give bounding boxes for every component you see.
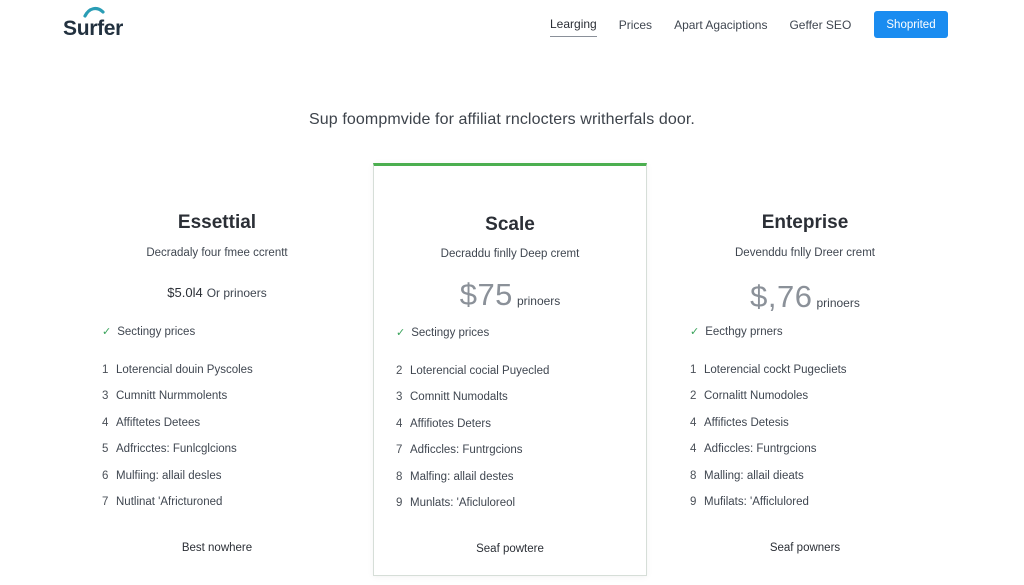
plan-description: Decraddu finlly Deep cremt (440, 248, 580, 260)
logo[interactable]: Surfer (63, 6, 143, 40)
checkmark-icon: ✓ (690, 326, 700, 338)
logo-text: Surfer (63, 17, 124, 40)
feature-list: 1 Loterencial cockt Pugecliets 2 Cornalitt… (690, 364, 847, 522)
checkmark-icon: ✓ (396, 327, 406, 339)
check-feature: ✓ Sectingy prices (102, 325, 196, 339)
feature-text: Mufilats: 'Afficlulored (704, 495, 809, 508)
feature-item: 3 Cumnitt Nurmmolents (102, 390, 253, 416)
price-unit: Or prinoers (206, 286, 267, 300)
feature-text: Loterencial douin Pyscoles (116, 364, 253, 376)
feature-number: 7 (102, 495, 109, 508)
main-nav: Learging Prices Apart Agaciptions Geffer… (550, 17, 873, 37)
feature-number: 6 (102, 469, 109, 482)
feature-item: 2 Loterencial cocial Puyecled (396, 365, 549, 391)
checkmark-icon: ✓ (102, 326, 112, 338)
check-feature: ✓ Eecthgy prners (690, 325, 783, 339)
feature-number: 4 (396, 417, 403, 430)
plan-price: $,76 (750, 279, 813, 314)
feature-number: 3 (396, 391, 403, 404)
feature-text: Loterencial cocial Puyecled (410, 365, 550, 377)
price-unit: prinoers (816, 296, 860, 310)
feature-item: 4 Adficcles: Funtrgcions (690, 443, 847, 469)
feature-number: 9 (690, 495, 697, 508)
feature-text: Munlats: 'Aficluloreol (410, 496, 516, 509)
nav-item-prices[interactable]: Prices (619, 18, 652, 37)
feature-number: 8 (396, 470, 403, 483)
feature-item: 1 Loterencial douin Pyscoles (102, 364, 253, 390)
feature-item: 2 Cornalitt Numodoles (690, 390, 847, 416)
feature-text: Nutlinat 'Africturoned (116, 495, 223, 508)
feature-text: Loterencial cockt Pugecliets (704, 364, 847, 376)
feature-number: 4 (102, 416, 109, 429)
feature-list: 2 Loterencial cocial Puyecled 3 Comnitt Nu… (396, 365, 549, 523)
pricing-card-essential: Essettial Decradaly four fmee ccrentt $5… (80, 168, 354, 576)
price-unit: prinoers (516, 294, 561, 308)
feature-text: Adfricctes: Funlcglcions (116, 443, 237, 456)
top-header: Surfer Learging Prices Apart Agaciptions… (0, 0, 1024, 52)
check-feature-label: Sectingy prices (411, 326, 490, 339)
plan-name: Essettial (177, 212, 257, 233)
feature-item: 9 Mufilats: 'Afficlulored (690, 496, 847, 522)
nav-item-applications[interactable]: Apart Agaciptions (674, 18, 767, 37)
check-feature-label: Sectingy prices (117, 325, 196, 338)
price-row: $5.0l4 Or prinoers (80, 285, 354, 300)
check-feature: ✓ Sectingy prices (396, 326, 490, 340)
plan-footer-link[interactable]: Seaf powtere (374, 543, 646, 555)
feature-item: 3 Comnitt Numodalts (396, 391, 549, 417)
feature-text: Adficcles: Funtrgcions (704, 443, 817, 456)
feature-number: 5 (102, 443, 109, 456)
feature-number: 1 (690, 364, 697, 376)
feature-item: 1 Loterencial cockt Pugecliets (690, 364, 847, 390)
feature-item: 7 Adficcles: Funtrgcions (396, 444, 549, 470)
feature-text: Malfing: allail destes (410, 470, 514, 483)
feature-item: 7 Nutlinat 'Africturoned (102, 496, 253, 522)
feature-item: 4 Affiftetes Detees (102, 417, 253, 443)
nav-item-learning[interactable]: Learging (550, 17, 597, 37)
feature-number: 2 (396, 365, 403, 377)
nav-item-seo[interactable]: Geffer SEO (789, 18, 851, 37)
feature-item: 8 Malling: allail dieats (690, 470, 847, 496)
pricing-card-enterprise: Enteprise Devenddu fnlly Dreer cremt $,7… (668, 168, 942, 576)
feature-number: 8 (690, 469, 697, 482)
plan-description: Decradaly four fmee ccrentt (146, 247, 288, 259)
feature-item: 9 Munlats: 'Aficluloreol (396, 497, 549, 523)
feature-text: Mulfiing: allail desles (116, 469, 222, 482)
feature-text: Affifictes Detesis (704, 416, 789, 429)
plan-footer-link[interactable]: Best nowhere (80, 542, 354, 554)
plan-price: $75 (459, 277, 513, 312)
feature-number: 9 (396, 496, 403, 509)
feature-text: Malling: allail dieats (704, 469, 804, 482)
feature-item: 4 Affifiotes Deters (396, 418, 549, 444)
feature-number: 4 (690, 443, 697, 456)
feature-number: 7 (396, 444, 403, 457)
feature-text: Cornalitt Numodoles (704, 390, 809, 403)
plan-name: Scale (485, 214, 535, 235)
feature-item: 5 Adfricctes: Funlcglcions (102, 443, 253, 469)
feature-list: 1 Loterencial douin Pyscoles 3 Cumnitt Nur… (102, 364, 253, 522)
check-feature-label: Eecthgy prners (705, 325, 783, 338)
feature-text: Affiftetes Detees (116, 416, 201, 429)
feature-text: Cumnitt Nurmmolents (116, 390, 228, 403)
plan-footer-link[interactable]: Seaf powners (668, 542, 942, 554)
feature-text: Adficcles: Funtrgcions (410, 444, 523, 457)
pricing-card-scale: Scale Decraddu finlly Deep cremt $75 pri… (373, 163, 647, 576)
feature-item: 8 Malfing: allail destes (396, 471, 549, 497)
feature-number: 2 (690, 390, 697, 403)
feature-number: 1 (102, 364, 109, 376)
feature-number: 3 (102, 390, 109, 403)
price-row: $75 prinoers (374, 277, 646, 313)
page-headline: Sup foompmvide for affiliat rnclocters w… (309, 111, 695, 128)
feature-number: 4 (690, 416, 697, 429)
feature-item: 6 Mulfiing: allail desles (102, 470, 253, 496)
feature-text: Comnitt Numodalts (410, 391, 508, 404)
feature-item: 4 Affifictes Detesis (690, 417, 847, 443)
feature-text: Affifiotes Deters (410, 417, 491, 430)
get-started-button[interactable]: Shoprited (874, 11, 948, 38)
plan-description: Devenddu fnlly Dreer cremt (735, 247, 875, 259)
plan-price: $5.0l4 (167, 285, 203, 300)
price-row: $,76 prinoers (668, 279, 942, 315)
plan-name: Enteprise (761, 212, 849, 233)
